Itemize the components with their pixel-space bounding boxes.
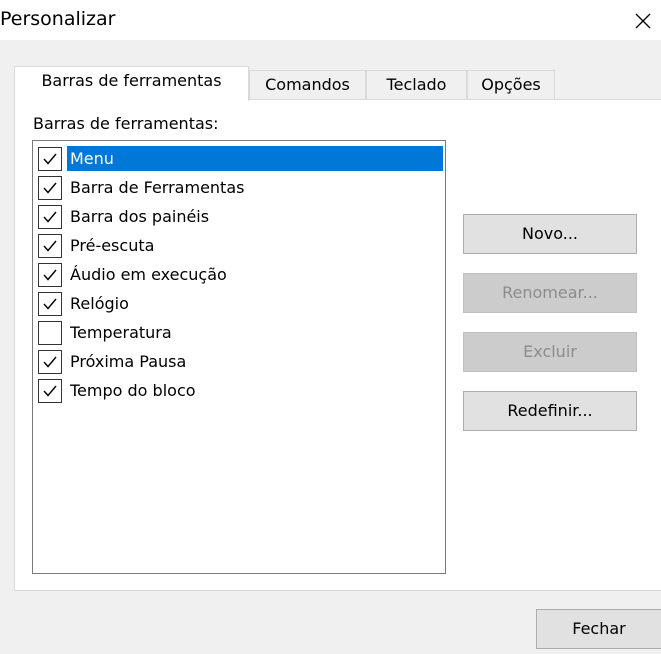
checkbox[interactable] [38,291,62,316]
list-item-label: Menu [67,146,443,171]
tab-label: Comandos [265,75,350,94]
checkbox[interactable] [38,320,62,345]
checkbox[interactable] [38,233,62,258]
title-bar: Personalizar [0,0,661,40]
close-button[interactable]: Fechar [536,609,661,649]
tab-label: Barras de ferramentas [41,71,222,90]
tab-teclado[interactable]: Teclado [366,70,467,100]
checkbox[interactable] [38,349,62,374]
dialog-body: Barras de ferramentas Comandos Teclado O… [0,40,661,654]
checkbox[interactable] [38,262,62,287]
list-item[interactable]: Áudio em execução [35,260,443,289]
tab-opcoes[interactable]: Opções [467,70,555,100]
checkbox[interactable] [38,378,62,403]
tab-panel: Barras de ferramentas: Menu Barra de Fer… [14,99,661,591]
checkbox[interactable] [38,204,62,229]
tab-label: Opções [481,75,541,94]
list-item[interactable]: Próxima Pausa [35,347,443,376]
list-item[interactable]: Tempo do bloco [35,376,443,405]
reset-button[interactable]: Redefinir... [463,391,637,431]
list-item-label: Tempo do bloco [70,381,196,400]
delete-button[interactable]: Excluir [463,332,637,372]
tab-label: Teclado [386,75,447,94]
toolbars-label: Barras de ferramentas: [33,114,219,133]
list-item-label: Barra de Ferramentas [70,178,245,197]
list-item-label: Pré-escuta [70,236,155,255]
list-item[interactable]: Relógio [35,289,443,318]
list-item[interactable]: Barra de Ferramentas [35,173,443,202]
list-item[interactable]: Menu [35,144,443,173]
list-item-label: Áudio em execução [70,265,227,284]
close-icon[interactable] [628,6,658,36]
tab-barras-de-ferramentas[interactable]: Barras de ferramentas [14,66,249,101]
list-item[interactable]: Pré-escuta [35,231,443,260]
checkbox[interactable] [38,175,62,200]
list-item[interactable]: Barra dos painéis [35,202,443,231]
list-item-label: Próxima Pausa [70,352,187,371]
checkbox[interactable] [38,146,62,171]
list-item-label: Barra dos painéis [70,207,210,226]
dialog-title: Personalizar [0,8,116,30]
toolbars-list[interactable]: Menu Barra de Ferramentas Barra dos pain… [32,140,446,574]
tab-strip: Barras de ferramentas Comandos Teclado O… [14,66,574,101]
list-item[interactable]: Temperatura [35,318,443,347]
list-item-label: Temperatura [70,323,172,342]
tab-comandos[interactable]: Comandos [249,70,366,100]
list-item-label: Relógio [70,294,129,313]
rename-button[interactable]: Renomear... [463,273,637,313]
new-button[interactable]: Novo... [463,214,637,254]
